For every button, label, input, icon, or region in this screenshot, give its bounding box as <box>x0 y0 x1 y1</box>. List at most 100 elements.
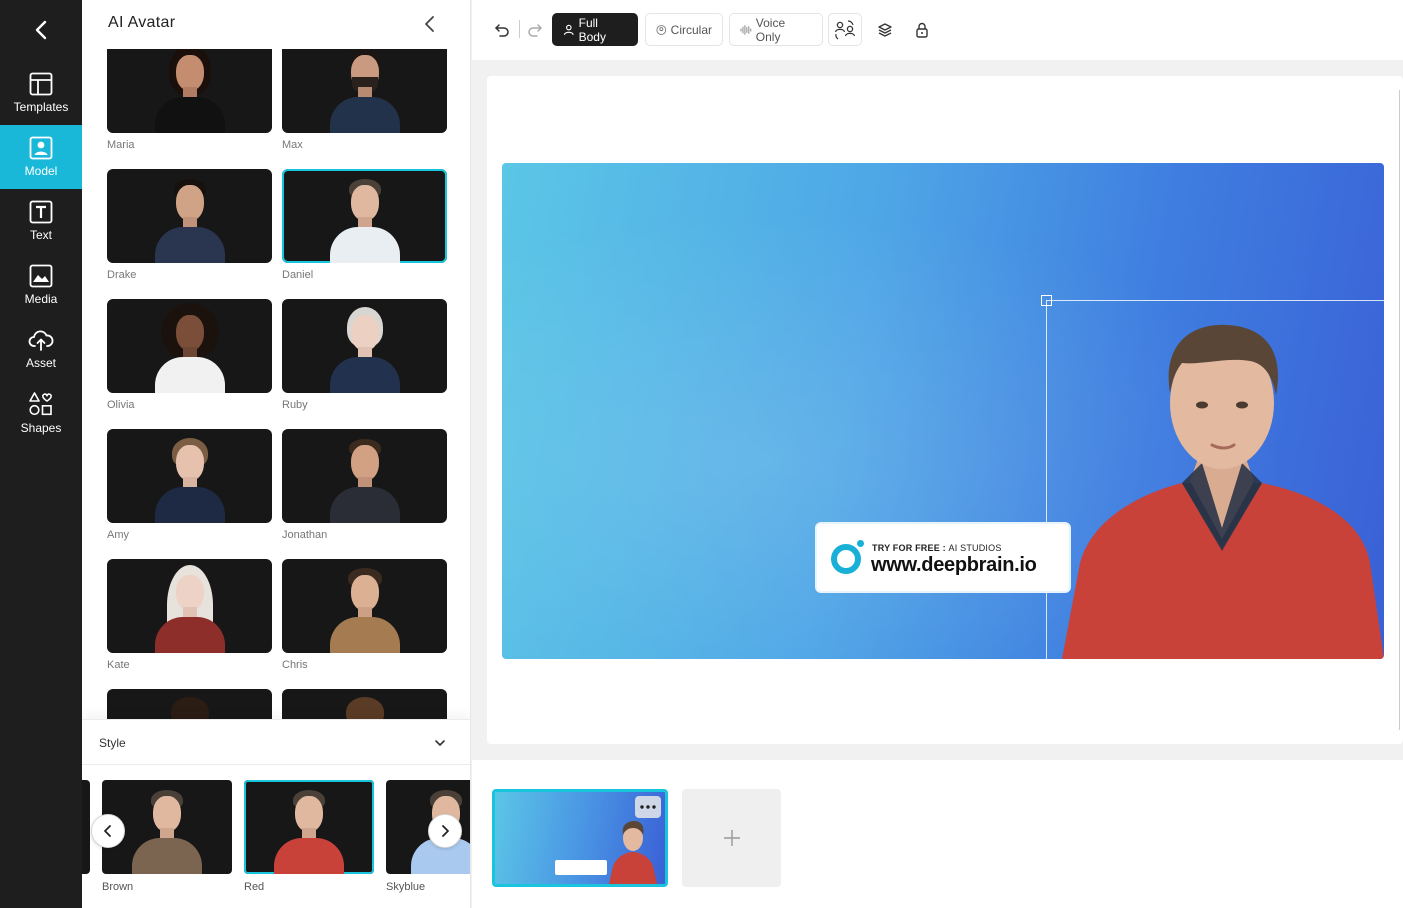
redo-button[interactable] <box>525 20 545 40</box>
avatar-thumbnail[interactable] <box>107 49 272 133</box>
style-label: Style <box>99 736 126 750</box>
avatar-name: Ruby <box>282 399 308 411</box>
rail-item-model[interactable]: Model <box>0 125 82 189</box>
slide-thumbnail[interactable] <box>492 789 668 887</box>
rail-item-label: Media <box>24 292 58 306</box>
chevron-down-icon[interactable] <box>434 736 446 754</box>
swap-avatar-button[interactable] <box>828 13 862 46</box>
layers-icon <box>878 23 892 37</box>
selection-box <box>1046 300 1384 659</box>
logo-banner[interactable]: TRY FOR FREE : AI STUDIOS www.deepbrain.… <box>815 522 1071 593</box>
avatar-name: Chris <box>282 659 308 671</box>
avatar-card-kate[interactable]: Kate <box>107 559 272 671</box>
stage-edge <box>1399 90 1400 730</box>
undo-button[interactable] <box>492 20 512 40</box>
resize-handle[interactable] <box>1041 295 1052 306</box>
circular-button[interactable]: Circular <box>645 13 723 46</box>
add-slide-button[interactable] <box>682 789 781 887</box>
avatar-card-amy[interactable]: Amy <box>107 429 272 541</box>
avatar-thumbnail[interactable] <box>282 169 447 263</box>
avatar-card-chris[interactable]: Chris <box>282 559 447 671</box>
voice-only-button[interactable]: Voice Only <box>729 13 823 46</box>
carousel-prev-button[interactable] <box>91 814 125 848</box>
avatar-thumbnail[interactable] <box>282 49 447 133</box>
avatar-panel: AI Avatar Maria Max Drake Daniel Olivia … <box>82 0 471 908</box>
style-thumbnail[interactable] <box>82 780 90 874</box>
avatar-thumbnail[interactable] <box>107 299 272 393</box>
person-outline-icon <box>563 24 574 35</box>
full-body-label: Full Body <box>578 15 606 44</box>
avatar-card-partial[interactable] <box>107 689 272 719</box>
app-root: Templates Model Text Media Asset Shapes … <box>0 0 1403 908</box>
avatar-name: Jonathan <box>282 529 328 541</box>
waveform-icon <box>740 24 752 35</box>
redo-icon <box>528 24 542 37</box>
undo-icon <box>495 24 509 37</box>
avatar-thumbnail[interactable] <box>282 689 447 719</box>
avatar-card-maria[interactable]: Maria <box>107 49 272 151</box>
avatar-name: Olivia <box>107 399 135 411</box>
circular-label: Circular <box>670 22 712 37</box>
logo-ring-icon <box>831 544 861 574</box>
scene-canvas[interactable]: TRY FOR FREE : AI STUDIOS www.deepbrain.… <box>502 163 1384 659</box>
rail-item-label: Model <box>24 164 58 178</box>
avatar-figure <box>145 433 235 523</box>
rail-item-media[interactable]: Media <box>0 253 82 317</box>
avatar-card-jonathan[interactable]: Jonathan <box>282 429 447 541</box>
style-name: Skyblue <box>386 881 426 893</box>
cloud-upload-icon <box>28 330 54 351</box>
style-figure <box>122 784 212 874</box>
avatar-card-daniel[interactable]: Daniel <box>282 169 447 281</box>
style-card-red[interactable]: Red <box>244 780 374 893</box>
rail-item-asset[interactable]: Asset <box>0 317 82 381</box>
rail-item-templates[interactable]: Templates <box>0 61 82 125</box>
lock-button[interactable] <box>912 20 932 40</box>
slide-stage: TRY FOR FREE : AI STUDIOS www.deepbrain.… <box>487 76 1403 744</box>
logo-tagline: TRY FOR FREE : AI STUDIOS <box>872 543 1002 553</box>
rail-item-text[interactable]: Text <box>0 189 82 253</box>
layers-button[interactable] <box>875 20 895 40</box>
full-body-button[interactable]: Full Body <box>552 13 638 46</box>
avatar-card-ruby[interactable]: Ruby <box>282 299 447 411</box>
thumbnail-logo <box>555 860 607 875</box>
avatar-thumbnail[interactable] <box>107 169 272 263</box>
style-dropdown[interactable]: Style <box>82 719 470 765</box>
avatar-card-drake[interactable]: Drake <box>107 169 272 281</box>
avatar-thumbnail[interactable] <box>282 299 447 393</box>
left-rail: Templates Model Text Media Asset Shapes <box>0 0 82 908</box>
avatar-figure <box>145 49 235 133</box>
collapse-panel-button[interactable] <box>420 14 440 34</box>
avatar-name: Kate <box>107 659 130 671</box>
rail-item-shapes[interactable]: Shapes <box>0 381 82 445</box>
style-card-partial[interactable] <box>82 780 90 874</box>
toolbar-divider <box>519 20 520 38</box>
rail-item-label: Templates <box>13 100 69 114</box>
avatar-thumbnail[interactable] <box>107 429 272 523</box>
chevron-left-icon <box>425 16 434 32</box>
style-name: Red <box>244 881 265 893</box>
canvas-workspace: TRY FOR FREE : AI STUDIOS www.deepbrain.… <box>472 60 1403 760</box>
avatar-figure <box>145 173 235 263</box>
text-icon <box>29 200 53 224</box>
carousel-next-button[interactable] <box>428 814 462 848</box>
avatar-figure <box>145 563 235 653</box>
avatar-card-partial[interactable] <box>282 689 447 719</box>
avatar-name: Max <box>282 139 303 151</box>
avatar-card-max[interactable]: Max <box>282 49 447 151</box>
avatar-figure <box>320 433 410 523</box>
avatar-thumbnail[interactable] <box>107 689 272 719</box>
lock-icon <box>916 22 928 38</box>
avatar-card-olivia[interactable]: Olivia <box>107 299 272 411</box>
back-button[interactable] <box>0 0 82 60</box>
voice-only-label: Voice Only <box>755 15 786 44</box>
style-thumbnail[interactable] <box>244 780 374 874</box>
avatar-thumbnail[interactable] <box>282 559 447 653</box>
avatar-figure <box>320 173 410 263</box>
avatar-figure <box>320 303 410 393</box>
layout-icon <box>29 72 53 96</box>
avatar-thumbnail[interactable] <box>107 559 272 653</box>
avatar-thumbnail[interactable] <box>282 429 447 523</box>
slide-more-button[interactable] <box>635 796 661 818</box>
avatar-name: Maria <box>107 139 135 151</box>
panel-title: AI Avatar <box>108 14 176 31</box>
